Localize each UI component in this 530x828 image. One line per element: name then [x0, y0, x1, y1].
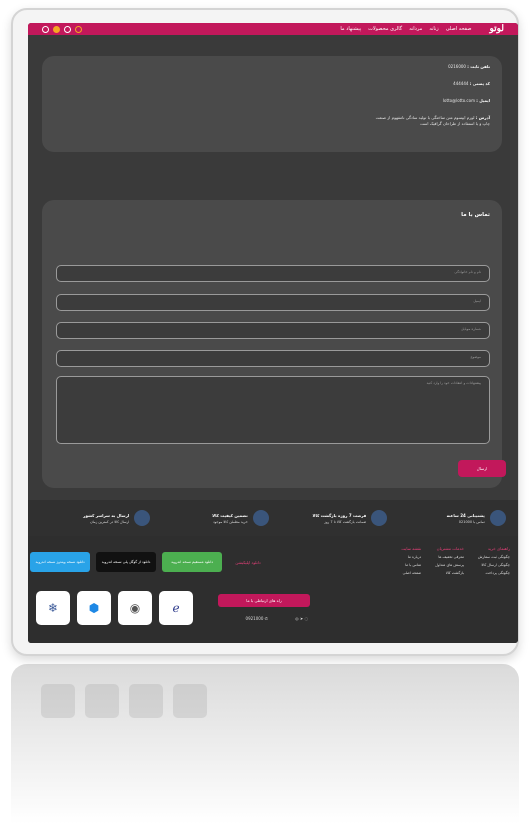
feature-title: فرصت 7 روزه بازگشت کالا: [312, 512, 367, 518]
footer-link[interactable]: چگونگی ثبت سفارش: [478, 555, 510, 559]
search-icon[interactable]: [64, 25, 71, 33]
footer-col-title: نقشه سایت: [401, 546, 422, 551]
enamad-badge-icon[interactable]: ℯ: [159, 591, 193, 625]
contact-form-title: تماس با ما: [461, 212, 490, 218]
header-icons: [42, 25, 82, 33]
instagram-icon[interactable]: ◎: [295, 616, 299, 621]
whatsapp-icon[interactable]: ◌: [305, 616, 309, 621]
footer-phone-number: 0921000: [245, 616, 264, 621]
feature-title: ارسال به سراسر کشور: [83, 512, 130, 518]
feature-title: پشتیبانی 24 ساعته: [446, 512, 485, 518]
feature-return: فرصت 7 روزه بازگشت کالا ضمانت بازگشت کالا…: [277, 510, 388, 526]
footer-link[interactable]: صفحه اصلی: [401, 571, 422, 575]
email-row: ایمیل : lotto@lotto.com: [54, 98, 490, 103]
email-label: ایمیل :: [476, 98, 490, 103]
features-bar: پشتیبانی 24 ساعته تماس با 021000 فرصت 7 ر…: [28, 500, 518, 536]
contact-info-card: تلفن ثابت : 0216000 کد پستی : 444444 ایم…: [42, 56, 502, 152]
email-value: lotto@lotto.com: [442, 98, 475, 103]
feature-title: تضمین کیفیت کالا: [212, 512, 248, 518]
site-logo[interactable]: لوتو: [489, 24, 504, 34]
footer-phone: ✆ 0921000: [245, 616, 268, 621]
footer-link[interactable]: چگونگی پرداخت: [478, 571, 510, 575]
cart-icon[interactable]: [53, 25, 60, 33]
nav-home[interactable]: صفحه اصلی: [446, 26, 472, 32]
footer-link[interactable]: چگونگی ارسال کالا: [478, 563, 510, 567]
footer-col-title: راهنمای خرید: [487, 546, 510, 551]
send-button[interactable]: ارسال: [458, 460, 506, 477]
quality-icon: [252, 510, 269, 526]
phone-row: تلفن ثابت : 0216000: [54, 64, 490, 69]
nav-women[interactable]: زنانه: [429, 26, 438, 32]
windows-download-button[interactable]: دانلود نسخه ویندوز نسخه اندروید: [30, 552, 90, 572]
footer-col-guide: راهنمای خرید چگونگی ثبت سفارش چگونگی ارس…: [478, 546, 510, 579]
return-icon: [371, 510, 388, 526]
contact-ways-button[interactable]: راه های ارتباطی با ما: [218, 594, 310, 607]
footer-col-sitemap: نقشه سایت درباره ما تماس با ما صفحه اصلی: [401, 546, 421, 579]
footer-col-services: خدمات مشتریان معرفی تخفیف ها پرسش های مت…: [435, 546, 464, 579]
social-icons: ◎ ➤ ◌: [295, 616, 308, 621]
footer-links: راهنمای خرید چگونگی ثبت سفارش چگونگی ارس…: [401, 546, 510, 579]
screen-reflection: [11, 664, 519, 824]
download-label: دانلود اپلیکیشن: [235, 559, 261, 565]
footer-link[interactable]: معرفی تخفیف ها: [435, 555, 464, 559]
shipping-icon: [134, 510, 151, 526]
hex-badge-icon[interactable]: ⬢: [77, 591, 111, 625]
user-icon[interactable]: [42, 25, 49, 33]
heart-icon[interactable]: [75, 25, 82, 33]
feature-shipping: ارسال به سراسر کشور ارسال کالا در کمترین …: [40, 510, 151, 526]
nav-gallery[interactable]: گالری محصولات: [368, 26, 402, 32]
address-value: لورم ایپسوم متن ساختگی با تولید سادگی نا…: [375, 115, 490, 126]
feature-support: پشتیبانی 24 ساعته تماس با 021000: [396, 510, 506, 526]
feature-sub: ضمانت بازگشت کالا تا 7 روز: [324, 519, 367, 524]
postal-value: 444444: [453, 81, 469, 86]
feature-sub: تماس با 021000: [458, 519, 485, 524]
nav-offers[interactable]: پیشنهاد ما: [340, 26, 361, 32]
app-downloads: دانلود اپلیکیشن دانلود مستقیم نسخه اندرو…: [30, 552, 268, 572]
phone-label: تلفن ثابت :: [467, 64, 490, 69]
postal-row: کد پستی : 444444: [54, 81, 490, 86]
app-screen: لوتو صفحه اصلی زنانه مردانه گالری محصولا…: [28, 23, 518, 643]
footer-link[interactable]: تماس با ما: [401, 563, 421, 567]
contact-form-card: تماس با ما نام و نام خانوادگی ایمیل شمار…: [42, 200, 502, 488]
phone-value: 0216000: [448, 64, 466, 69]
reflection-badges: [41, 684, 207, 718]
main-nav: صفحه اصلی زنانه مردانه گالری محصولات پیش…: [340, 26, 471, 32]
address-row: آدرس : لورم ایپسوم متن ساختگی با تولید س…: [370, 115, 490, 127]
nav-men[interactable]: مردانه: [409, 26, 422, 32]
telegram-icon[interactable]: ➤: [300, 616, 303, 621]
footer-col-title: خدمات مشتریان: [436, 546, 464, 551]
feature-sub: ارسال کالا در کمترین زمان: [90, 519, 130, 524]
name-input[interactable]: نام و نام خانوادگی: [56, 265, 490, 282]
header-bar: لوتو صفحه اصلی زنانه مردانه گالری محصولا…: [28, 23, 518, 35]
address-label: آدرس :: [475, 115, 490, 120]
footer: راهنمای خرید چگونگی ثبت سفارش چگونگی ارس…: [28, 536, 518, 643]
trust-badges: ❄ ⬢ ◉ ℯ: [36, 591, 193, 625]
email-input[interactable]: ایمیل: [56, 294, 490, 311]
support-icon: [489, 510, 506, 526]
feature-sub: خرید مطمئن کالا موجود: [213, 519, 248, 524]
snowflake-badge-icon[interactable]: ❄: [36, 591, 70, 625]
message-textarea[interactable]: پیشنهادات و انتقادات خود را وارد کنید: [56, 376, 490, 444]
seal-badge-icon[interactable]: ◉: [118, 591, 152, 625]
google-play-button[interactable]: دانلود از گوگل پلی نسخه اندروید: [96, 552, 156, 572]
phone-input[interactable]: شماره موبایل: [56, 322, 490, 339]
android-direct-button[interactable]: دانلود مستقیم نسخه اندروید: [162, 552, 222, 572]
postal-label: کد پستی :: [469, 81, 490, 86]
subject-select[interactable]: موضوع: [56, 350, 490, 367]
feature-quality: تضمین کیفیت کالا خرید مطمئن کالا موجود: [159, 510, 269, 526]
footer-link[interactable]: درباره ما: [401, 555, 421, 559]
footer-link[interactable]: پرسش های متداول: [435, 563, 464, 567]
footer-link[interactable]: بازگشت کالا: [435, 571, 464, 575]
